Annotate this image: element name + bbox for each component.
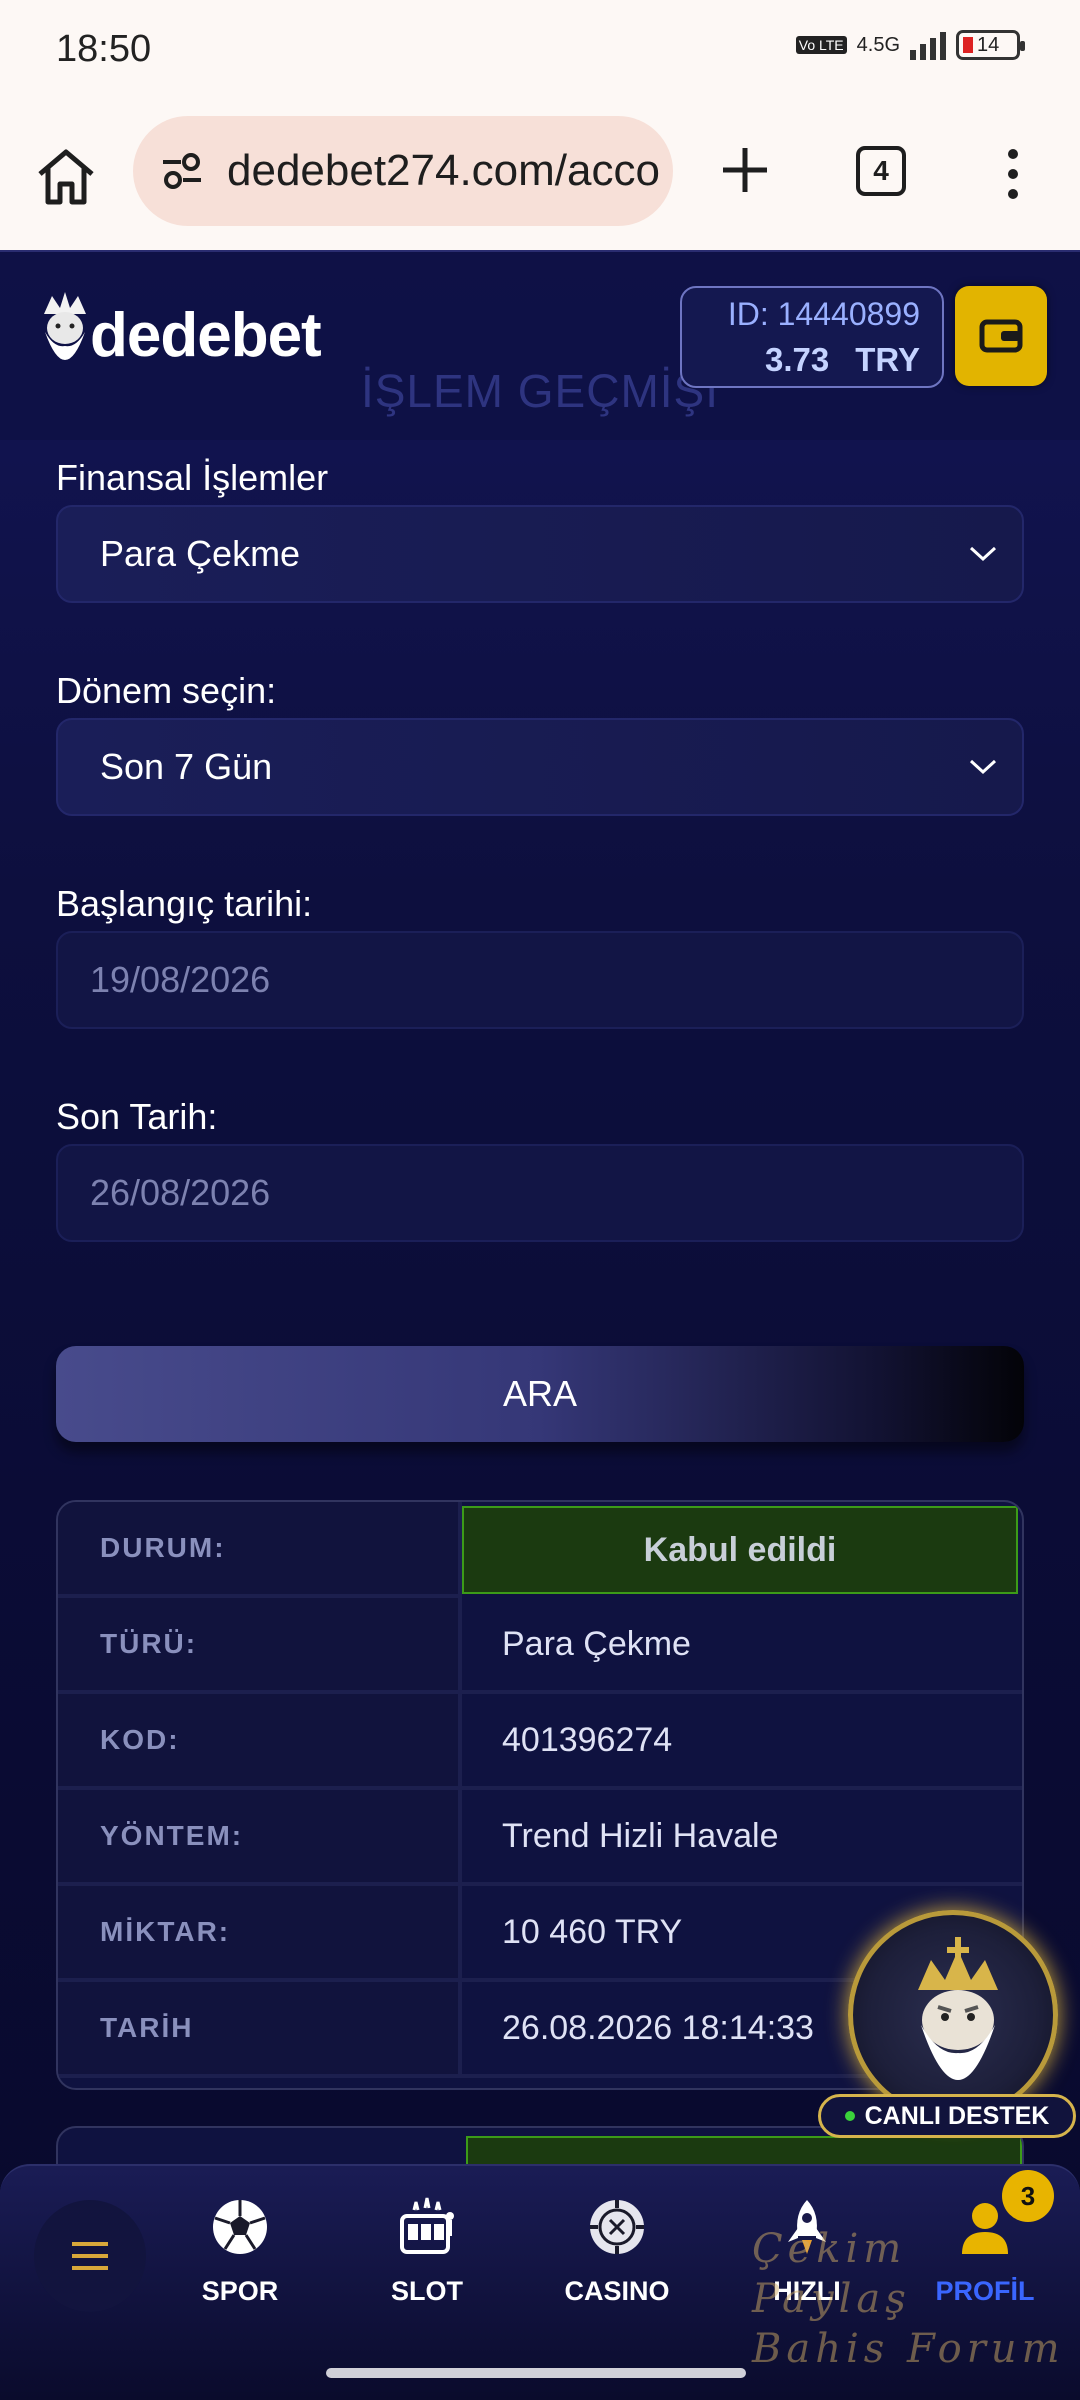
code-value: 401396274 [462,1694,1022,1790]
more-menu-icon[interactable] [998,144,1028,204]
nav-hizli[interactable]: HIZLI [732,2196,882,2307]
wallet-button[interactable] [955,286,1047,386]
address-bar[interactable]: dedebet274.com/acco [133,116,673,226]
battery-icon: 14 [956,30,1025,60]
balance-currency: TRY [855,341,920,378]
table-row: KOD: 401396274 [58,1694,1022,1790]
support-label-pill: CANLI DESTEK [818,2094,1076,2138]
code-key: KOD: [58,1694,462,1790]
slot-machine-icon [400,2197,454,2254]
nav-spor[interactable]: SPOR [165,2196,315,2307]
start-date-label: Başlangıç tarihi: [56,883,313,924]
nav-label: HIZLI [773,2276,841,2306]
search-button[interactable]: ARA [56,1346,1024,1442]
gesture-bar[interactable] [326,2368,746,2378]
nav-label: CASINO [564,2276,670,2306]
network-type: 4.5G [856,33,900,56]
date-key: TARİH [58,1982,462,2078]
table-row: TÜRÜ: Para Çekme [58,1598,1022,1694]
chevron-down-icon [969,546,997,562]
history-filter-form: Finansal İşlemler Para Çekme Dönem seçin… [56,450,1024,1302]
end-date-label: Son Tarih: [56,1096,218,1137]
account-id: ID: 14440899 [727,296,920,332]
clock: 18:50 [56,28,152,70]
category-value: Para Çekme [100,533,301,574]
amount-key: MİKTAR: [58,1886,462,1982]
status-key: DURUM: [58,1502,462,1598]
wallet-icon [979,319,1023,353]
battery-level: 14 [977,33,1000,56]
signal-icon [910,30,946,60]
type-key: TÜRÜ: [58,1598,462,1694]
nav-label: PROFİL [935,2276,1035,2306]
site-settings-icon[interactable] [157,146,207,196]
soccer-ball-icon [213,2200,267,2254]
notification-badge: 3 [1002,2170,1054,2222]
page-content: dedebet İŞLEM GEÇMİŞİ ID: 14440899 3.73 … [0,250,1080,2400]
home-icon[interactable] [30,140,102,212]
table-row: YÖNTEM: Trend Hizli Havale [58,1790,1022,1886]
type-value: Para Çekme [462,1598,1022,1694]
logo-text: dedebet [90,300,322,370]
url-text: dedebet274.com/acco [227,146,660,195]
volte-icon: Vo LTE [795,36,847,54]
new-tab-icon[interactable] [715,140,775,200]
nav-slot[interactable]: SLOT [352,2196,502,2307]
balance-amount: 3.73 [764,341,830,378]
casino-chip-icon [590,2200,644,2254]
table-row: DURUM: Kabul edildi [58,1502,1022,1598]
period-label: Dönem seçin: [56,670,277,711]
nav-label: SPOR [201,2276,279,2306]
nav-casino[interactable]: CASINO [542,2196,692,2307]
start-date-input[interactable]: 19/08/2026 [56,931,1024,1029]
menu-button[interactable] [34,2200,146,2312]
account-balance-box[interactable]: ID: 14440899 3.73 TRY [680,286,944,388]
period-select[interactable]: Son 7 Gün [56,718,1024,816]
live-support-button[interactable]: CANLI DESTEK [818,1910,1078,2150]
period-value: Son 7 Gün [100,746,273,787]
online-indicator [844,2111,855,2121]
status-badge: Kabul edildi [462,1506,1018,1594]
status-icons: Vo LTE 4.5G 14 [795,30,1025,60]
nav-label: SLOT [391,2276,463,2306]
support-avatar [848,1910,1058,2120]
tab-switcher-button[interactable]: 4 [856,146,906,196]
method-key: YÖNTEM: [58,1790,462,1886]
site-header: dedebet İŞLEM GEÇMİŞİ ID: 14440899 3.73 … [0,250,1080,440]
bottom-navigation: SPOR SLOT CASINO HIZLI PROFİL 3 [0,2164,1080,2400]
king-mascot-icon [918,1937,998,2080]
chevron-down-icon [969,759,997,775]
browser-toolbar: dedebet274.com/acco 4 [0,100,1080,250]
hamburger-icon [72,2242,108,2270]
status-bar: 18:50 Vo LTE 4.5G 14 [0,0,1080,100]
end-date-input[interactable]: 26/08/2026 [56,1144,1024,1242]
category-select[interactable]: Para Çekme [56,505,1024,603]
support-label: CANLI DESTEK [864,2101,1050,2130]
rocket-icon [788,2200,826,2254]
category-label: Finansal İşlemler [56,457,329,498]
method-value: Trend Hizli Havale [462,1790,1022,1886]
